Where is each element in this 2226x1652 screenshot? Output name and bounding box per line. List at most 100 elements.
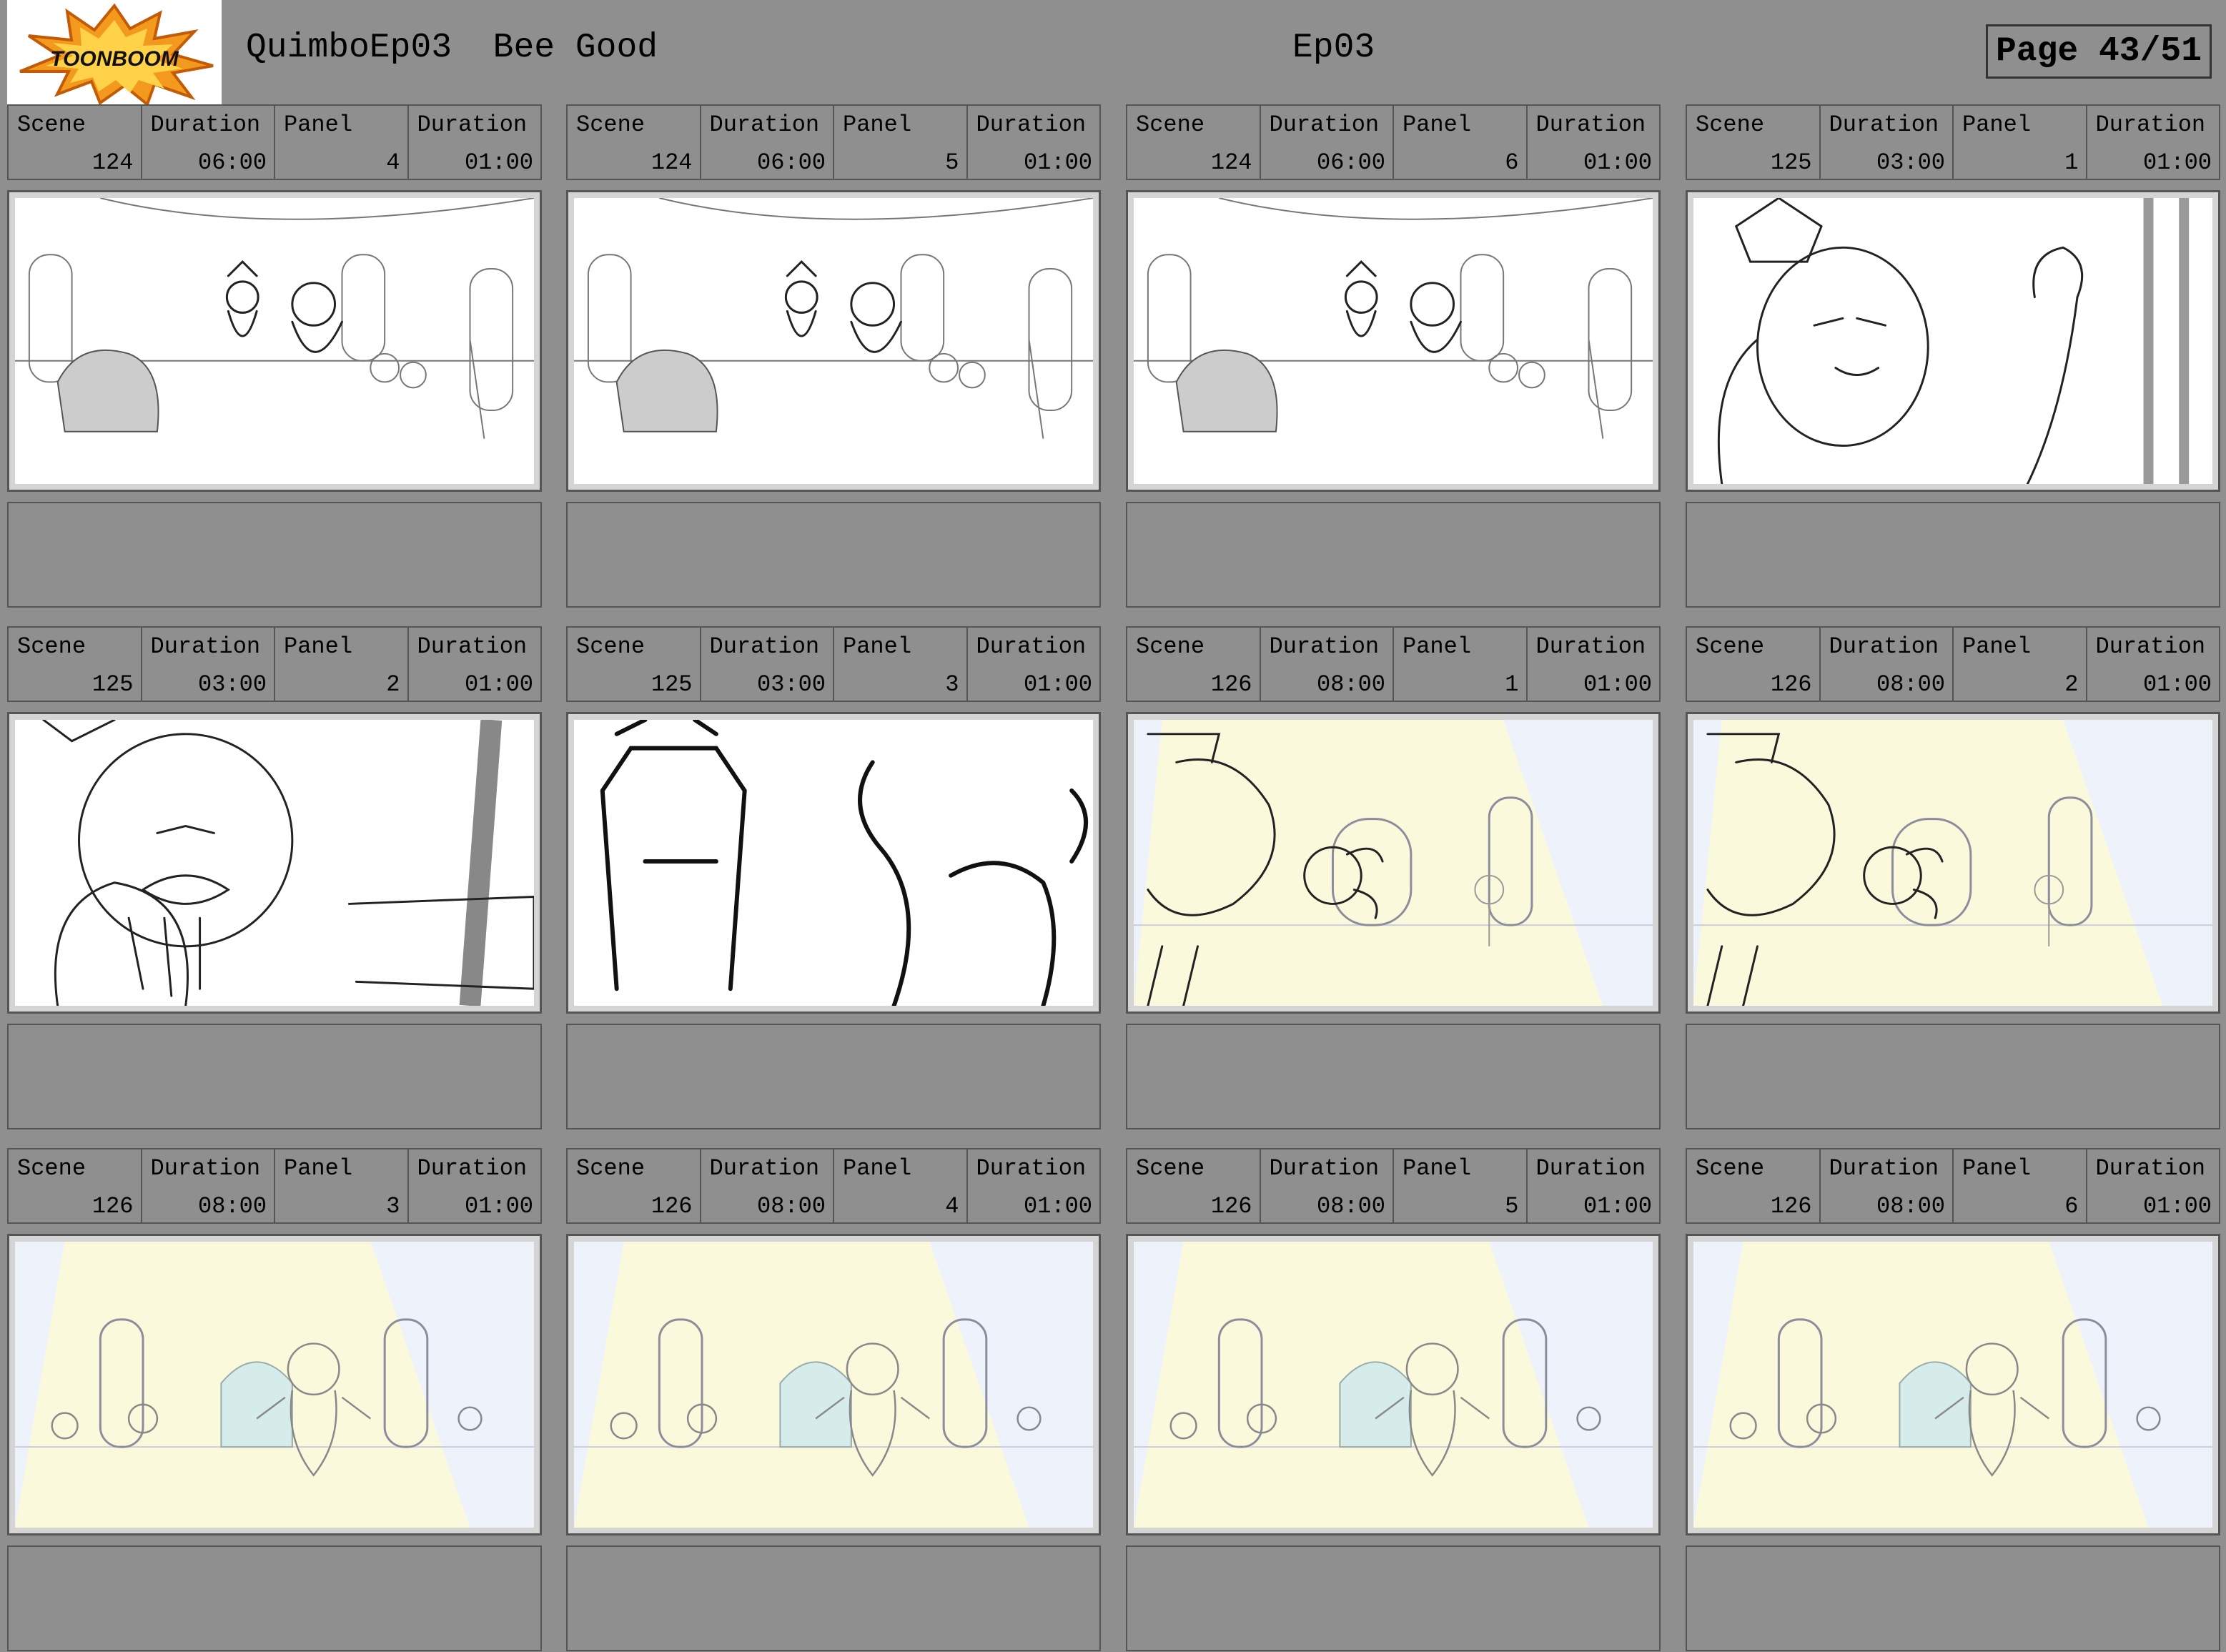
panel-header: Scene 126 Duration 08:00 Panel 3 Duratio… (7, 1148, 542, 1224)
scene-duration: 03:00 (197, 671, 267, 698)
scene-duration-column: Duration 03:00 (1821, 106, 1954, 179)
duration-label: Duration (150, 1155, 261, 1182)
panel-number: 2 (386, 671, 400, 698)
panel-column: Panel 5 (834, 106, 968, 179)
storyboard-panel[interactable]: Scene 125 Duration 03:00 Panel 3 Duratio… (566, 626, 1101, 1129)
panel-column: Panel 6 (1394, 106, 1528, 179)
scene-duration-column: Duration 08:00 (1821, 1149, 1954, 1222)
scene-label: Scene (1136, 633, 1205, 660)
scene-column: Scene 125 (568, 628, 701, 701)
scene-duration-column: Duration 06:00 (701, 106, 834, 179)
duration-label: Duration (2095, 1155, 2206, 1182)
scene-number: 126 (651, 1193, 693, 1220)
storyboard-panel[interactable]: Scene 126 Duration 08:00 Panel 1 Duratio… (1126, 626, 1661, 1129)
panel-notes[interactable] (566, 1545, 1101, 1651)
storyboard-panel[interactable]: Scene 126 Duration 08:00 Panel 6 Duratio… (1686, 1148, 2220, 1651)
scene-duration: 08:00 (197, 1193, 267, 1220)
scene-duration: 06:00 (1316, 149, 1385, 176)
scene-duration-column: Duration 08:00 (1261, 628, 1394, 701)
scene-label: Scene (576, 1155, 645, 1182)
scene-duration-column: Duration 06:00 (142, 106, 275, 179)
panel-image[interactable] (566, 712, 1101, 1014)
panel-image[interactable] (566, 1234, 1101, 1535)
logo-text: TOONBOOM (50, 47, 179, 71)
panel-number: 6 (2064, 1193, 2079, 1220)
storyboard-panel[interactable]: Scene 126 Duration 08:00 Panel 3 Duratio… (7, 1148, 542, 1651)
panel-notes[interactable] (7, 1024, 542, 1129)
storyboard-panel[interactable]: Scene 125 Duration 03:00 Panel 1 Duratio… (1686, 104, 2220, 608)
panel-image[interactable] (7, 712, 542, 1014)
panel-duration-column: Duration 01:00 (968, 628, 1100, 701)
panel-notes[interactable] (1126, 502, 1661, 608)
storyboard-panel[interactable]: Scene 126 Duration 08:00 Panel 4 Duratio… (566, 1148, 1101, 1651)
duration-label: Duration (976, 112, 1087, 138)
panel-header: Scene 126 Duration 08:00 Panel 2 Duratio… (1686, 626, 2220, 702)
panel-duration-column: Duration 01:00 (409, 628, 541, 701)
panel-duration-column: Duration 01:00 (1528, 628, 1660, 701)
panel-image[interactable] (1126, 190, 1661, 492)
panel-duration-column: Duration 01:00 (2087, 1149, 2220, 1222)
scene-duration: 08:00 (1876, 671, 1945, 698)
scene-number: 125 (1770, 149, 1812, 176)
storyboard-panel[interactable]: Scene 124 Duration 06:00 Panel 5 Duratio… (566, 104, 1101, 608)
duration-label: Duration (976, 1155, 1087, 1182)
duration-label: Duration (150, 112, 261, 138)
panel-notes[interactable] (1126, 1024, 1661, 1129)
storyboard-panel[interactable]: Scene 124 Duration 06:00 Panel 4 Duratio… (7, 104, 542, 608)
panel-image[interactable] (7, 1234, 542, 1535)
panel-image[interactable] (1686, 712, 2220, 1014)
panel-duration: 01:00 (1583, 1193, 1652, 1220)
panel-header: Scene 125 Duration 03:00 Panel 3 Duratio… (566, 626, 1101, 702)
panel-label: Panel (843, 112, 912, 138)
panel-number: 4 (945, 1193, 959, 1220)
duration-label: Duration (2095, 112, 2206, 138)
panel-notes[interactable] (7, 1545, 542, 1651)
panel-notes[interactable] (566, 1024, 1101, 1129)
panel-notes[interactable] (1686, 1024, 2220, 1129)
scene-label: Scene (17, 633, 86, 660)
scene-duration-column: Duration 03:00 (142, 628, 275, 701)
storyboard-panel[interactable]: Scene 126 Duration 08:00 Panel 5 Duratio… (1126, 1148, 1661, 1651)
scene-column: Scene 126 (568, 1149, 701, 1222)
panel-label: Panel (1962, 633, 2032, 660)
panel-image[interactable] (1126, 1234, 1661, 1535)
scene-column: Scene 125 (1687, 106, 1821, 179)
panel-number: 1 (1505, 671, 1519, 698)
panel-duration-column: Duration 01:00 (1528, 1149, 1660, 1222)
panel-image[interactable] (1686, 190, 2220, 492)
panel-header: Scene 125 Duration 03:00 Panel 2 Duratio… (7, 626, 542, 702)
scene-column: Scene 125 (9, 628, 142, 701)
panel-label: Panel (843, 633, 912, 660)
panel-number: 3 (945, 671, 959, 698)
panel-notes[interactable] (7, 502, 542, 608)
duration-label: Duration (1269, 112, 1380, 138)
scene-number: 126 (1770, 671, 1812, 698)
scene-number: 125 (91, 671, 134, 698)
storyboard-panel[interactable]: Scene 126 Duration 08:00 Panel 2 Duratio… (1686, 626, 2220, 1129)
storyboard-panel[interactable]: Scene 124 Duration 06:00 Panel 6 Duratio… (1126, 104, 1661, 608)
scene-duration: 03:00 (1876, 149, 1945, 176)
scene-duration: 06:00 (197, 149, 267, 176)
panel-notes[interactable] (1686, 502, 2220, 608)
panel-image[interactable] (1126, 712, 1661, 1014)
panel-number: 3 (386, 1193, 400, 1220)
panel-header: Scene 126 Duration 08:00 Panel 5 Duratio… (1126, 1148, 1661, 1224)
panel-image[interactable] (566, 190, 1101, 492)
panel-label: Panel (1403, 112, 1472, 138)
duration-label: Duration (1535, 1155, 1646, 1182)
panel-duration-column: Duration 01:00 (2087, 106, 2220, 179)
panel-notes[interactable] (1126, 1545, 1661, 1651)
panel-image[interactable] (1686, 1234, 2220, 1535)
toonboom-logo: TOONBOOM (7, 0, 222, 104)
panel-header: Scene 124 Duration 06:00 Panel 6 Duratio… (1126, 104, 1661, 180)
panel-notes[interactable] (566, 502, 1101, 608)
panel-notes[interactable] (1686, 1545, 2220, 1651)
panel-duration-column: Duration 01:00 (968, 106, 1100, 179)
panel-duration-column: Duration 01:00 (1528, 106, 1660, 179)
scene-label: Scene (17, 112, 86, 138)
panel-image[interactable] (7, 190, 542, 492)
panel-duration: 01:00 (1023, 671, 1092, 698)
storyboard-panel[interactable]: Scene 125 Duration 03:00 Panel 2 Duratio… (7, 626, 542, 1129)
duration-label: Duration (1269, 1155, 1380, 1182)
panel-label: Panel (1962, 112, 2032, 138)
